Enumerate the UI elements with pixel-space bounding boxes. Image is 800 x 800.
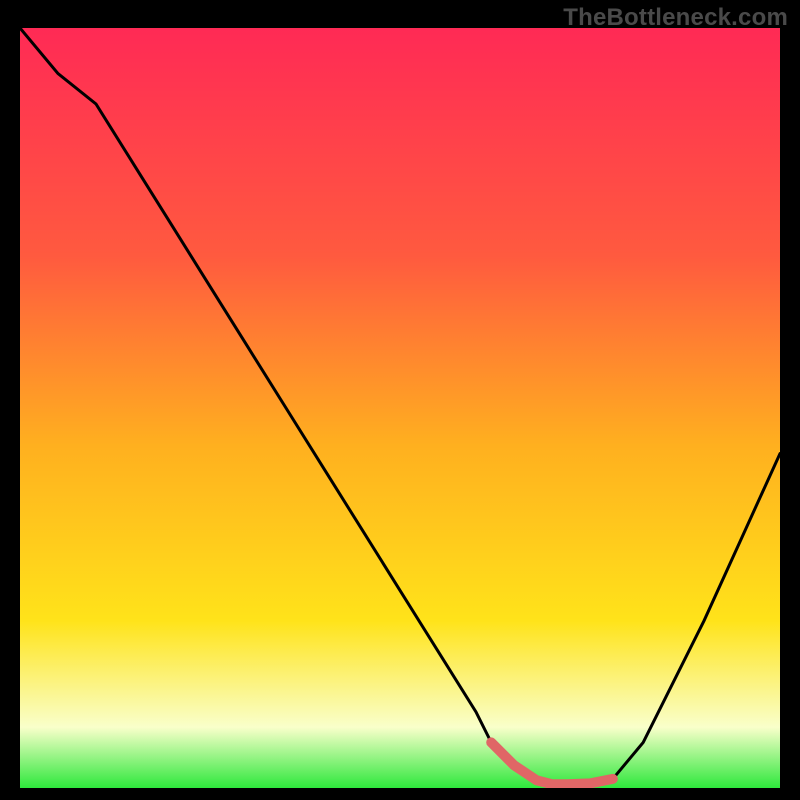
chart-frame: TheBottleneck.com: [0, 0, 800, 800]
plot-area: [20, 28, 780, 788]
watermark-text: TheBottleneck.com: [563, 4, 788, 32]
gradient-background: [20, 28, 780, 788]
plot-svg: [20, 28, 780, 788]
